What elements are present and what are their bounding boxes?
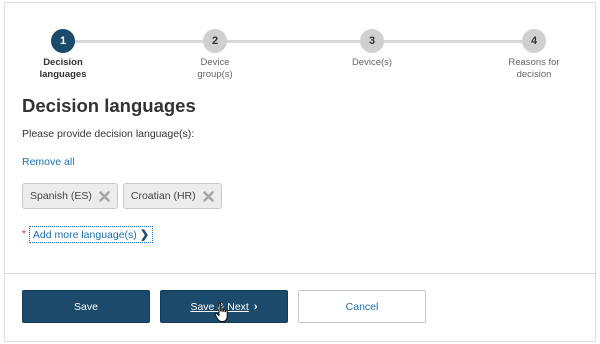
step-3[interactable]: 3 Device(s) <box>322 25 422 69</box>
step-2[interactable]: 2 Device group(s) <box>165 25 265 81</box>
required-marker: * <box>22 229 26 240</box>
language-chip-label: Croatian (HR) <box>130 190 196 202</box>
step-1[interactable]: 1 Decision languages <box>13 25 113 81</box>
language-chip-list: Spanish (ES) Croatian (HR) <box>22 183 222 209</box>
close-icon[interactable] <box>202 190 215 203</box>
hand-cursor-icon <box>214 302 228 322</box>
add-more-languages-label: Add more language(s) <box>32 228 137 241</box>
step-1-label-line1: Decision <box>43 57 83 68</box>
step-3-label-line1: Device(s) <box>351 57 393 68</box>
page-title: Decision languages <box>22 95 196 116</box>
close-icon[interactable] <box>98 190 111 203</box>
add-more-row: * Add more language(s) ❯ <box>22 226 154 243</box>
step-1-number: 1 <box>51 29 75 53</box>
step-2-label-line2: group(s) <box>197 69 233 80</box>
language-chip: Spanish (ES) <box>22 183 118 209</box>
step-4-number: 4 <box>522 29 546 53</box>
step-3-number: 3 <box>360 29 384 53</box>
language-chip: Croatian (HR) <box>122 183 222 209</box>
remove-all-link[interactable]: Remove all <box>22 156 75 168</box>
step-1-label: Decision languages <box>13 57 113 81</box>
language-chip-label: Spanish (ES) <box>30 190 92 202</box>
step-2-number: 2 <box>203 29 227 53</box>
footer-divider <box>5 273 597 274</box>
step-4-label-line1: Reasons for <box>508 57 560 68</box>
step-4-label-line2: decision <box>516 69 552 80</box>
step-4[interactable]: 4 Reasons for decision <box>484 25 584 81</box>
chevron-right-icon: ❯ <box>139 229 150 241</box>
add-more-languages-link[interactable]: Add more language(s) ❯ <box>28 226 154 243</box>
step-2-label-line1: Device <box>200 57 230 68</box>
instructions-text: Please provide decision language(s): <box>22 128 195 140</box>
step-4-label: Reasons for decision <box>484 57 584 81</box>
save-button-label: Save <box>74 300 98 313</box>
step-1-label-line2: languages <box>39 69 87 80</box>
form-panel: 1 Decision languages 2 Device group(s) 3… <box>4 2 597 342</box>
step-2-label: Device group(s) <box>165 57 265 81</box>
cancel-button-label: Cancel <box>345 300 379 313</box>
progress-stepper: 1 Decision languages 2 Device group(s) 3… <box>5 25 597 85</box>
step-3-label: Device(s) <box>322 57 422 69</box>
cancel-button[interactable]: Cancel <box>298 290 426 323</box>
save-button[interactable]: Save <box>22 290 150 323</box>
chevron-right-icon: › <box>253 300 258 313</box>
stepper-track <box>63 40 539 43</box>
